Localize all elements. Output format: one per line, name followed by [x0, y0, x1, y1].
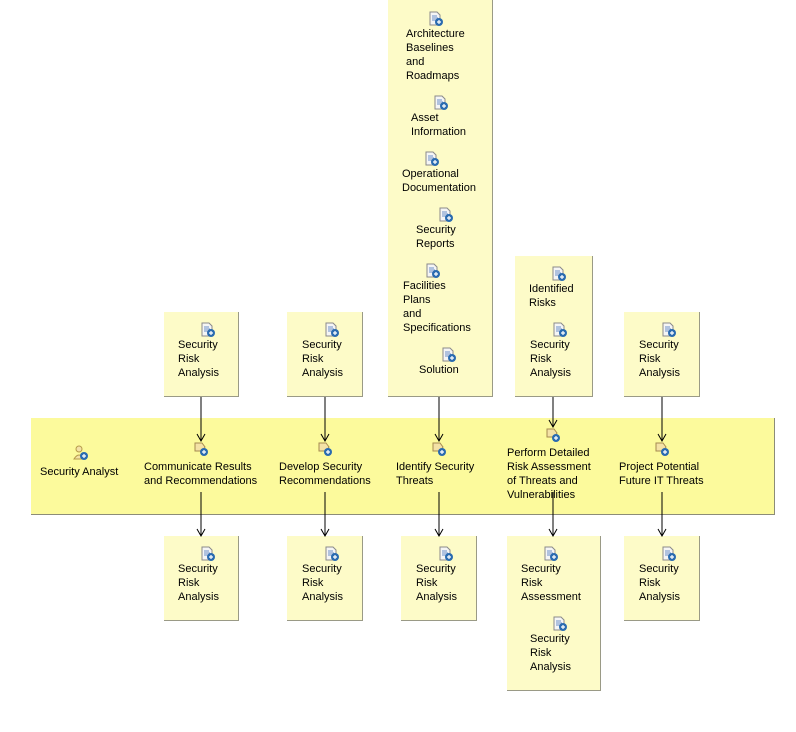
input-work-product[interactable]: Operational Documentation	[402, 167, 476, 195]
work-product-icon	[440, 347, 458, 363]
output-work-product[interactable]: Security Risk Analysis	[416, 562, 457, 604]
output-arrowhead	[548, 528, 558, 538]
output-work-product[interactable]: Security Risk Analysis	[302, 562, 343, 604]
work-product-icon	[437, 546, 455, 562]
role-label[interactable]: Security Analyst	[40, 465, 118, 479]
work-product-icon	[660, 322, 678, 338]
work-product-icon	[551, 322, 569, 338]
task-label[interactable]: Develop Security Recommendations	[279, 460, 371, 488]
work-product-icon	[423, 151, 441, 167]
input-work-product[interactable]: Solution	[419, 363, 459, 377]
output-arrowhead	[434, 528, 444, 538]
output-work-product[interactable]: Security Risk Analysis	[639, 562, 680, 604]
output-arrowhead	[320, 528, 330, 538]
work-product-icon	[427, 11, 445, 27]
output-work-product[interactable]: Security Risk Analysis	[178, 562, 219, 604]
work-product-icon	[542, 546, 560, 562]
task-label[interactable]: Perform Detailed Risk Assessment of Thre…	[507, 446, 591, 502]
work-product-icon	[660, 546, 678, 562]
output-work-product[interactable]: Security Risk Assessment	[521, 562, 581, 604]
input-work-product[interactable]: Security Reports	[416, 223, 456, 251]
task-label[interactable]: Communicate Results and Recommendations	[144, 460, 257, 488]
input-work-product[interactable]: Architecture Baselines and Roadmaps	[406, 27, 465, 83]
task-label[interactable]: Identify Security Threats	[396, 460, 474, 488]
output-work-product[interactable]: Security Risk Analysis	[530, 632, 571, 674]
input-work-product[interactable]: Security Risk Analysis	[302, 338, 343, 380]
task-icon	[545, 427, 563, 443]
work-product-icon	[550, 266, 568, 282]
input-work-product[interactable]: Security Risk Analysis	[530, 338, 571, 380]
task-icon	[431, 441, 449, 457]
work-product-icon	[199, 322, 217, 338]
task-label[interactable]: Project Potential Future IT Threats	[619, 460, 704, 488]
task-icon	[193, 441, 211, 457]
role-icon	[73, 445, 88, 460]
input-work-product[interactable]: Asset Information	[411, 111, 466, 139]
work-product-icon	[199, 546, 217, 562]
task-icon	[654, 441, 672, 457]
input-work-product[interactable]: Security Risk Analysis	[178, 338, 219, 380]
work-product-icon	[323, 546, 341, 562]
work-product-icon	[424, 263, 442, 279]
output-arrowhead	[657, 528, 667, 538]
work-product-icon	[437, 207, 455, 223]
task-icon	[317, 441, 335, 457]
output-arrowhead	[196, 528, 206, 538]
input-work-product[interactable]: Security Risk Analysis	[639, 338, 680, 380]
work-product-icon	[551, 616, 569, 632]
input-work-product[interactable]: Facilities Plans and Specifications	[403, 279, 471, 335]
input-work-product[interactable]: Identified Risks	[529, 282, 574, 310]
work-product-icon	[323, 322, 341, 338]
work-product-icon	[432, 95, 450, 111]
